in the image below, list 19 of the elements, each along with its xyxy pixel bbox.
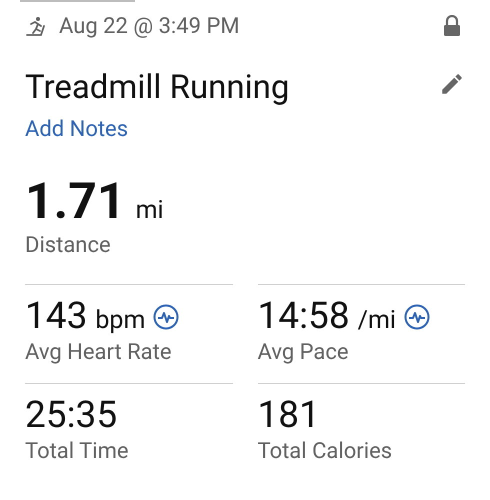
distance-unit: mi bbox=[136, 195, 164, 227]
stat-value: 143 bbox=[25, 295, 88, 339]
activity-title: Treadmill Running bbox=[25, 68, 290, 108]
treadmill-runner-icon bbox=[25, 15, 47, 37]
activity-date: Aug 22 @ 3:49 PM bbox=[59, 12, 240, 40]
chart-icon[interactable] bbox=[153, 304, 180, 330]
add-notes-link[interactable]: Add Notes bbox=[25, 116, 128, 144]
chart-icon[interactable] bbox=[404, 304, 430, 330]
stat-value: 14:58 bbox=[258, 295, 350, 339]
stat-label: Total Time bbox=[25, 438, 130, 466]
stat-unit: bpm bbox=[95, 305, 146, 338]
stat-value: 181 bbox=[258, 394, 320, 438]
stat-label: Total Calories bbox=[258, 438, 394, 466]
stat-label: Avg Pace bbox=[258, 339, 350, 367]
distance-label: Distance bbox=[25, 232, 112, 260]
stat-unit: /mi bbox=[358, 305, 396, 338]
stat-label: Avg Heart Rate bbox=[25, 339, 173, 367]
stat-value: 25:35 bbox=[25, 394, 118, 438]
distance-value: 1.71 bbox=[25, 174, 126, 230]
